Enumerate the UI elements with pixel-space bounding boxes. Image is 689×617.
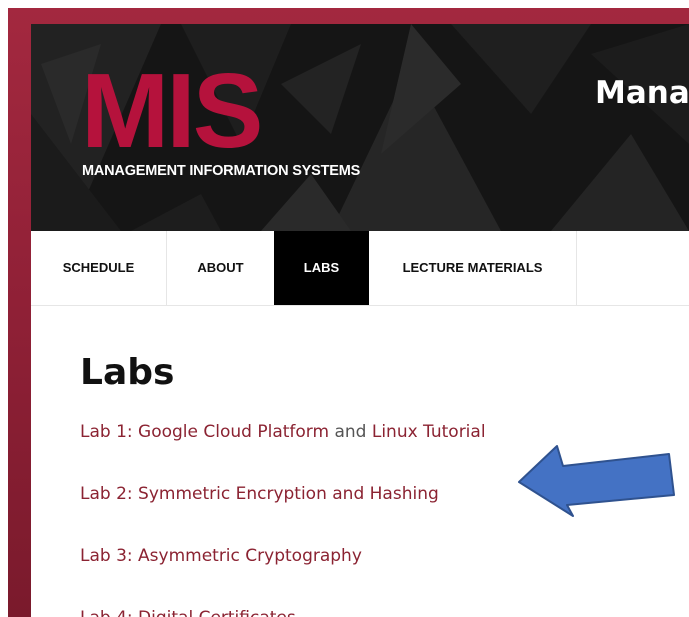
main-navigation: SCHEDULE ABOUT LABS LECTURE MATERIALS [31, 231, 689, 306]
lab-list-item: Lab 4: Digital Certificates [80, 607, 296, 617]
screenshot-frame: MIS MANAGEMENT INFORMATION SYSTEMS Mana … [0, 0, 689, 617]
nav-tab-labs[interactable]: LABS [274, 231, 369, 305]
site-header-banner: MIS MANAGEMENT INFORMATION SYSTEMS Mana [31, 24, 689, 231]
linux-tutorial-link[interactable]: Linux Tutorial [372, 422, 486, 442]
mis-logo-text[interactable]: MIS [81, 58, 263, 164]
lab-4-link[interactable]: Lab 4: Digital Certificates [80, 608, 296, 617]
lab-list-item: Lab 1: Google Cloud Platform and Linux T… [80, 421, 486, 443]
nav-tab-about[interactable]: ABOUT [167, 231, 275, 305]
web-page: MIS MANAGEMENT INFORMATION SYSTEMS Mana … [31, 24, 689, 617]
site-title-partial: Mana [595, 75, 689, 111]
lab-list-item: Lab 3: Asymmetric Cryptography [80, 545, 362, 567]
logo-subtitle: MANAGEMENT INFORMATION SYSTEMS [82, 163, 361, 179]
lab-1-connector: and [329, 422, 372, 442]
page-heading: Labs [80, 352, 175, 393]
nav-tab-schedule[interactable]: SCHEDULE [31, 231, 167, 305]
annotation-arrow-icon [518, 445, 675, 517]
lab-1-link[interactable]: Lab 1: Google Cloud Platform [80, 422, 329, 442]
lab-3-link[interactable]: Lab 3: Asymmetric Cryptography [80, 546, 362, 566]
nav-tab-lecture-materials[interactable]: LECTURE MATERIALS [369, 231, 577, 305]
lab-list-item: Lab 2: Symmetric Encryption and Hashing [80, 483, 439, 505]
lab-2-link[interactable]: Lab 2: Symmetric Encryption and Hashing [80, 484, 439, 504]
